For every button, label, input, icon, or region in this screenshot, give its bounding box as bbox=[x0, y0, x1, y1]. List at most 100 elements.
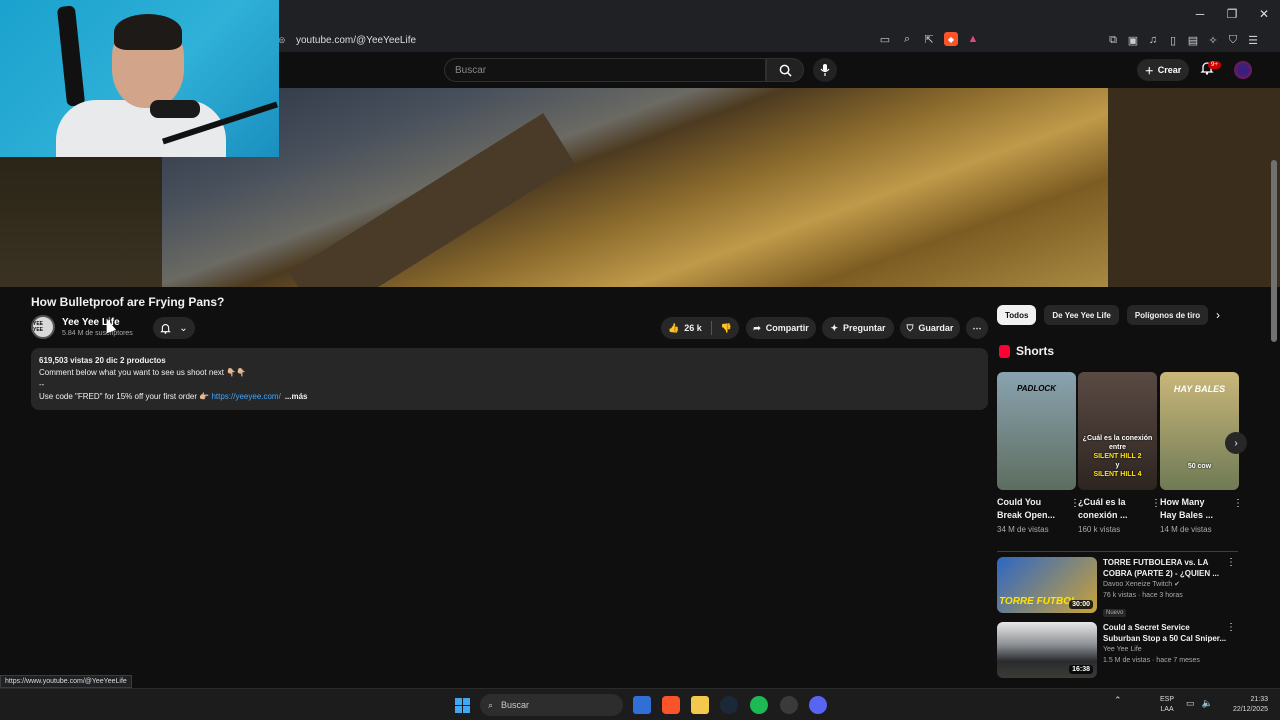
discord-icon[interactable] bbox=[809, 696, 827, 714]
app-icon[interactable] bbox=[780, 696, 798, 714]
recommendation-meta: 76 k vistas · hace 3 horas bbox=[1103, 592, 1183, 599]
create-label: Crear bbox=[1157, 65, 1182, 75]
brave-browser-icon[interactable] bbox=[662, 696, 680, 714]
video-frame[interactable] bbox=[162, 88, 1108, 287]
extensions-icon[interactable]: ⧉ bbox=[1106, 33, 1120, 47]
taskbar-search[interactable]: ⌕ Buscar bbox=[480, 694, 623, 716]
recommendation-title[interactable]: TORRE FUTBOLERA vs. LA COBRA (PARTE 2) -… bbox=[1103, 557, 1227, 579]
search-button[interactable] bbox=[766, 58, 804, 82]
thumbnail-text: TORRE FUTBOL bbox=[999, 596, 1078, 607]
video-thumbnail[interactable]: TORRE FUTBOL 30:00 bbox=[997, 557, 1097, 613]
taskbar-search-label: Buscar bbox=[501, 700, 530, 710]
more-vertical-icon[interactable]: ⋮ bbox=[1226, 557, 1236, 568]
shorts-heading: Shorts bbox=[1016, 344, 1055, 358]
create-button[interactable]: ＋ Crear bbox=[1137, 59, 1189, 81]
search-icon: ⌕ bbox=[488, 699, 494, 710]
dislike-button[interactable]: 👎 bbox=[721, 323, 732, 334]
address-actions: ▭ ⌕ ⇱ ◆ ▲ bbox=[878, 32, 980, 46]
webcam-overlay bbox=[0, 0, 279, 157]
short-title[interactable]: How Many Hay Bales ... bbox=[1160, 496, 1222, 522]
short-item[interactable]: HAY BALES 50 cow How Many Hay Bales ... … bbox=[1160, 372, 1243, 534]
start-button[interactable] bbox=[455, 698, 470, 713]
spotify-icon[interactable] bbox=[750, 696, 768, 714]
chip-channel[interactable]: De Yee Yee Life bbox=[1044, 305, 1119, 325]
maximize-button[interactable]: ❐ bbox=[1216, 0, 1248, 28]
chip-all[interactable]: Todos bbox=[997, 305, 1037, 325]
notification-badge: 9+ bbox=[1208, 61, 1221, 69]
share-button[interactable]: ➦ Compartir bbox=[746, 317, 816, 339]
file-explorer-icon[interactable] bbox=[691, 696, 709, 714]
subscription-bell-button[interactable]: ⌄ bbox=[153, 317, 195, 339]
more-actions-button[interactable]: ⋯ bbox=[966, 317, 988, 339]
minimize-button[interactable]: ─ bbox=[1184, 0, 1216, 28]
more-vertical-icon[interactable]: ⋮ bbox=[1226, 622, 1236, 633]
share-page-icon[interactable]: ⇱ bbox=[922, 32, 936, 46]
bell-icon bbox=[160, 323, 172, 334]
menu-icon[interactable]: ☰ bbox=[1246, 33, 1260, 47]
voice-search-button[interactable] bbox=[813, 58, 837, 82]
chevron-right-icon[interactable]: › bbox=[1216, 308, 1220, 322]
recommendation-item[interactable]: 16:38 Could a Secret Service Suburban St… bbox=[997, 622, 1238, 680]
network-icon[interactable]: ▭ bbox=[1186, 698, 1195, 709]
close-button[interactable]: ✕ bbox=[1248, 0, 1280, 28]
cast-icon[interactable]: ▭ bbox=[878, 32, 892, 46]
description-box[interactable]: 619,503 vistas 20 dic 2 productos Commen… bbox=[31, 348, 988, 410]
clock-date: 22/12/2025 bbox=[1232, 706, 1268, 713]
chevron-up-icon[interactable]: ⌃ bbox=[1114, 695, 1122, 706]
plus-icon: ＋ bbox=[1144, 65, 1154, 76]
clock[interactable]: 21:33 22/12/2025 bbox=[1228, 695, 1268, 715]
save-button[interactable]: ⛉ Guardar bbox=[900, 317, 960, 339]
language-indicator[interactable]: ESP LAA bbox=[1160, 695, 1174, 715]
page-scrollbar[interactable] bbox=[1271, 160, 1277, 342]
promo-text: Use code "FRED" for 15% off your first o… bbox=[39, 392, 212, 401]
brave-shields-icon[interactable]: ◆ bbox=[944, 32, 958, 46]
shorts-next-button[interactable]: › bbox=[1225, 432, 1247, 454]
short-item[interactable]: ¿Cuál es la conexión entre SILENT HILL 2… bbox=[1078, 372, 1161, 534]
bookmark-icon: ⛉ bbox=[906, 322, 914, 333]
windows-taskbar: ⌕ Buscar ⌃ ESP LAA ▭ 🔈 21:33 22/12/2025 bbox=[0, 688, 1280, 720]
widgets-app-icon[interactable] bbox=[633, 696, 651, 714]
ask-button[interactable]: ✦ Preguntar bbox=[822, 317, 894, 339]
section-divider bbox=[997, 551, 1238, 552]
volume-icon[interactable]: 🔈 bbox=[1202, 698, 1213, 709]
video-ambient-right bbox=[1108, 88, 1280, 287]
video-thumbnail[interactable]: 16:38 bbox=[997, 622, 1097, 678]
short-title[interactable]: Could You Break Open... bbox=[997, 496, 1059, 522]
steam-icon[interactable] bbox=[720, 696, 738, 714]
recommendation-item[interactable]: TORRE FUTBOL 30:00 TORRE FUTBOLERA vs. L… bbox=[997, 557, 1238, 617]
zoom-icon[interactable]: ⌕ bbox=[900, 32, 914, 46]
ask-label: Preguntar bbox=[843, 323, 886, 333]
recommendation-channel[interactable]: Yee Yee Life bbox=[1103, 644, 1227, 655]
recommendation-channel[interactable]: Davoo Xeneize Twitch ✔ bbox=[1103, 579, 1227, 590]
wallet-icon[interactable]: ▤ bbox=[1186, 33, 1200, 47]
site-info-icon[interactable]: ⊜ bbox=[278, 35, 288, 45]
recommendation-info: TORRE FUTBOLERA vs. LA COBRA (PARTE 2) -… bbox=[1103, 557, 1227, 619]
save-label: Guardar bbox=[918, 323, 954, 333]
tab-icon[interactable]: ▣ bbox=[1126, 33, 1140, 47]
recommendation-title[interactable]: Could a Secret Service Suburban Stop a 5… bbox=[1103, 622, 1227, 644]
like-dislike-group: 👍 26 k 👎 bbox=[661, 317, 739, 339]
sidebar-icon[interactable]: ▯ bbox=[1166, 33, 1180, 47]
user-avatar[interactable] bbox=[1234, 61, 1252, 79]
short-thumbnail[interactable]: ¿Cuál es la conexión entre SILENT HILL 2… bbox=[1078, 372, 1157, 490]
short-thumbnail[interactable]: HAY BALES 50 cow bbox=[1160, 372, 1239, 490]
short-item[interactable]: PADLOCK Could You Break Open... 34 M de … bbox=[997, 372, 1080, 534]
brave-rewards-icon[interactable]: ▲ bbox=[966, 32, 980, 46]
chip-shooting-ranges[interactable]: Polígonos de tiro bbox=[1126, 305, 1209, 325]
more-vertical-icon[interactable]: ⋮ bbox=[1233, 498, 1243, 509]
tray-icons: ▭ 🔈 bbox=[1186, 698, 1213, 709]
show-more-button[interactable]: ...más bbox=[285, 392, 308, 401]
vpn-icon[interactable]: ⛉ bbox=[1226, 33, 1240, 47]
like-button[interactable]: 👍 bbox=[668, 323, 679, 334]
search-input[interactable]: Buscar bbox=[444, 58, 766, 82]
short-title[interactable]: ¿Cuál es la conexión ... bbox=[1078, 496, 1140, 522]
music-icon[interactable]: ♫ bbox=[1146, 33, 1160, 47]
clock-time: 21:33 bbox=[1250, 696, 1268, 703]
short-thumbnail[interactable]: PADLOCK bbox=[997, 372, 1076, 490]
microphone-icon bbox=[820, 64, 830, 76]
channel-avatar[interactable]: YEE YEE bbox=[31, 315, 55, 339]
recommendation-meta: 1.5 M de vistas · hace 7 meses bbox=[1103, 657, 1200, 664]
leo-icon[interactable]: ✧ bbox=[1206, 33, 1220, 47]
language-top: ESP bbox=[1160, 696, 1175, 703]
promo-link[interactable]: https://yeeyee.com/ bbox=[211, 392, 280, 401]
